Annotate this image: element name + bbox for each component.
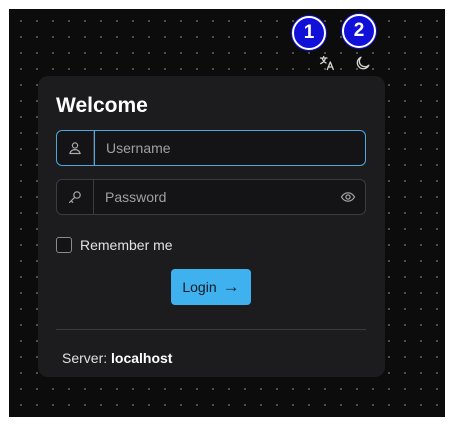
show-password-button[interactable]: [331, 180, 365, 214]
moon-icon: [356, 56, 370, 70]
translate-icon: [319, 55, 334, 71]
arrow-right-icon: →: [222, 277, 240, 296]
app-screen: 1 2 Welcome Username Remember me Login →…: [9, 9, 445, 417]
remember-me-label: Remember me: [80, 237, 173, 253]
language-button[interactable]: [315, 51, 339, 75]
remember-me-checkbox[interactable]: [56, 237, 72, 253]
server-value: localhost: [111, 350, 173, 366]
server-label: Server:: [62, 350, 108, 366]
password-input[interactable]: [94, 180, 331, 214]
login-button-label: Login: [182, 279, 217, 295]
key-icon: [57, 180, 94, 214]
login-button[interactable]: Login →: [171, 269, 251, 305]
annotation-badge-2: 2: [342, 14, 376, 48]
eye-icon: [340, 192, 356, 202]
username-input[interactable]: [94, 131, 365, 165]
username-field: [56, 130, 366, 166]
page-title: Welcome: [56, 94, 148, 117]
password-field: [56, 179, 366, 215]
annotation-badge-1: 1: [292, 16, 326, 50]
remember-me-option[interactable]: Remember me: [56, 237, 173, 253]
theme-toggle-button[interactable]: [351, 51, 375, 75]
divider: [56, 329, 366, 330]
user-icon: [57, 131, 94, 165]
login-card: Welcome Username Remember me Login → Ser…: [38, 76, 385, 377]
server-info: Server: localhost: [62, 350, 172, 366]
